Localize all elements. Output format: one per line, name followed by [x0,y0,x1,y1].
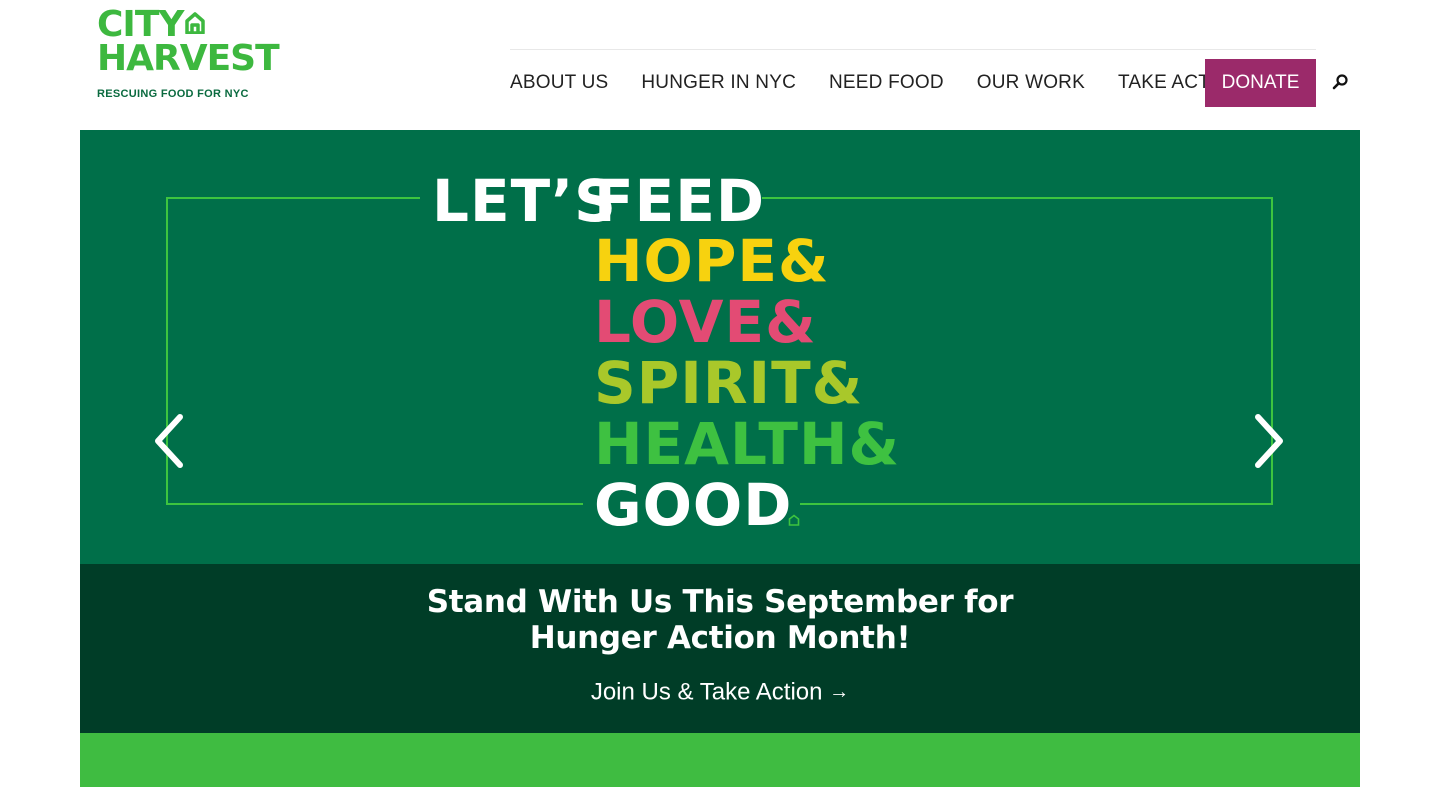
hunger-action-banner: Stand With Us This September for Hunger … [80,564,1360,733]
join-take-action-label: Join Us & Take Action [590,678,823,706]
main-nav: ABOUT US HUNGER IN NYC NEED FOOD OUR WOR… [510,59,1277,107]
chevron-right-icon[interactable] [1252,413,1288,469]
hero-word-hope: HOPE& [594,227,830,295]
nav-item-need-food[interactable]: NEED FOOD [829,72,944,94]
hero-word-health: HEALTH& [594,410,901,478]
logo-harvest-text: HARVEST [97,38,280,79]
house-icon [185,12,206,34]
hero-carousel: LET’S FEED HOPE& LOVE& SPIRIT& HEALTH& G… [80,130,1360,564]
donate-button[interactable]: DONATE [1205,59,1316,107]
hero-word-good: GOOD [594,471,793,539]
city-harvest-logo[interactable]: CITY HARVEST RESCUING FOOD FOR NYC [97,7,280,101]
search-icon[interactable] [1331,73,1349,91]
nav-item-about-us[interactable]: ABOUT US [510,72,608,94]
nav-item-hunger-in-nyc[interactable]: HUNGER IN NYC [641,72,796,94]
join-take-action-link[interactable]: Join Us & Take Action → [80,678,1360,707]
hero-word-love: LOVE& [594,288,817,356]
chevron-left-icon[interactable] [150,413,186,469]
logo-tagline: RESCUING FOOD FOR NYC [97,88,249,100]
small-house-icon [788,514,800,526]
hero-word-lets: LET’S [432,167,617,235]
nav-divider [510,49,1316,50]
logo-line-city: CITY [97,7,267,43]
bottom-green-bar [80,733,1360,787]
nav-item-our-work[interactable]: OUR WORK [977,72,1085,94]
hero-word-spirit: SPIRIT& [594,349,864,417]
arrow-right-icon: → [829,681,850,704]
hero-word-feed: FEED [594,167,766,235]
banner-title-line2: Hunger Action Month! [529,620,911,656]
banner-title-line1: Stand With Us This September for [426,584,1014,620]
